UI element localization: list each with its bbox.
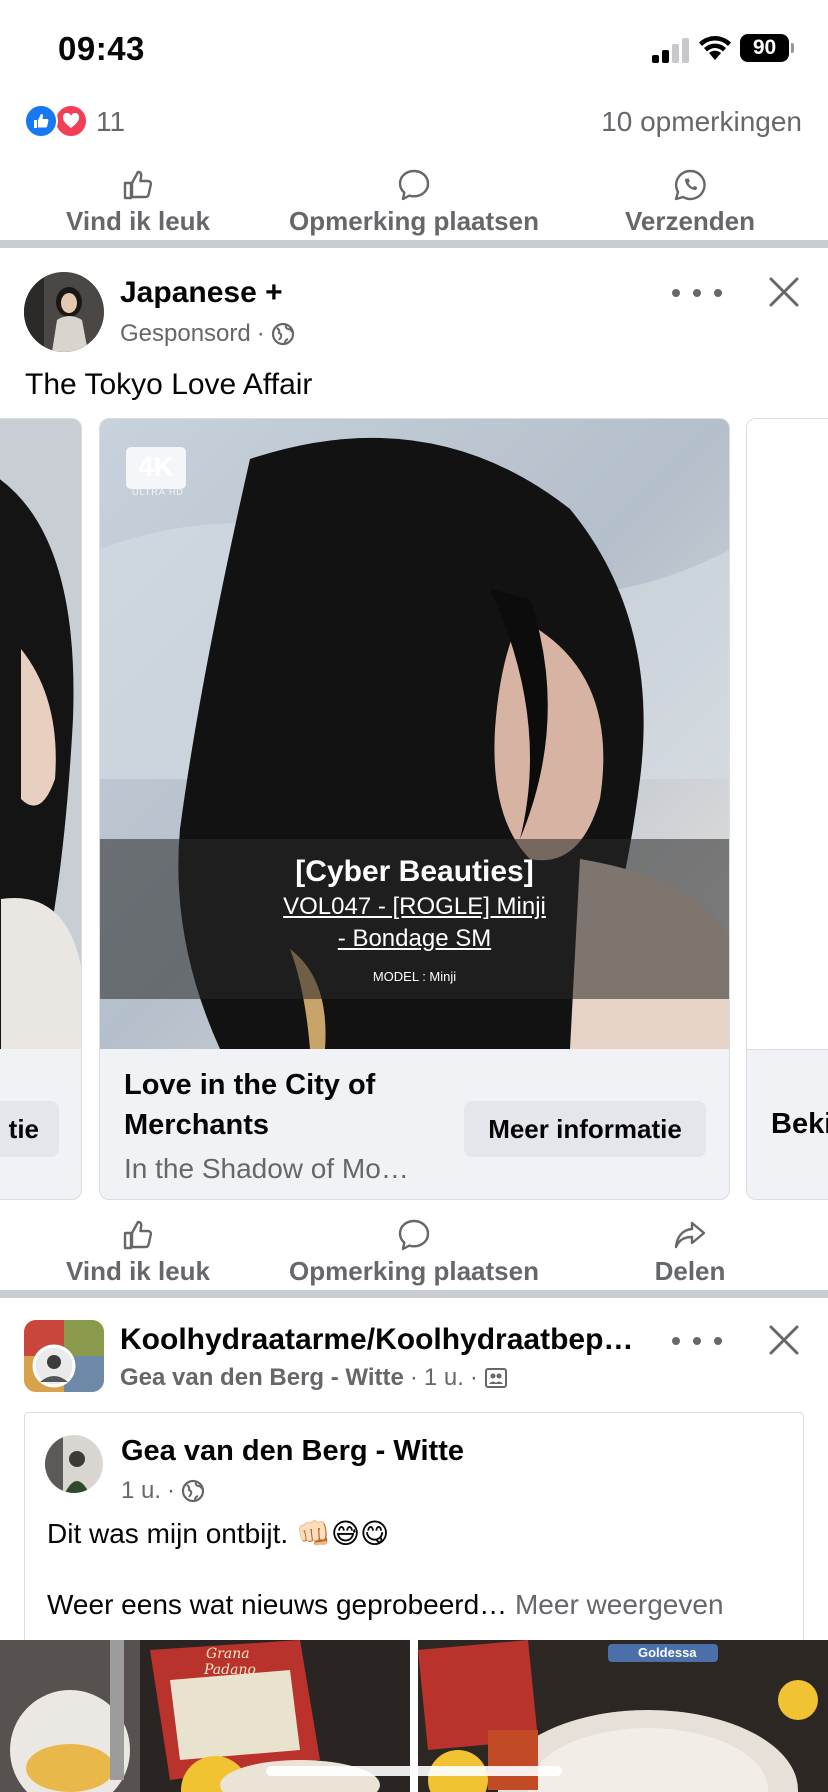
page-name[interactable]: Japanese +: [120, 276, 283, 310]
members-group-icon: [484, 1368, 507, 1388]
comment-bubble-icon: [398, 1219, 430, 1251]
more-options-button[interactable]: [672, 1326, 722, 1356]
group-post-meta: Gea van den Berg - Witte · 1 u. ·: [120, 1364, 508, 1392]
inner-avatar-image: [45, 1435, 103, 1493]
carousel-card-cta-button[interactable]: tie: [0, 1101, 59, 1157]
post-time[interactable]: 1 u.: [424, 1364, 464, 1392]
photo-label-grana: Grana: [206, 1646, 250, 1662]
overlay-line-2: - Bondage SM: [337, 925, 492, 952]
photo-label-padano: Padano: [204, 1662, 256, 1678]
carousel-card-footer: tie: [0, 1049, 81, 1199]
close-icon[interactable]: [766, 274, 802, 310]
thumbs-up-icon: [123, 1220, 153, 1250]
group-avatar-image: [24, 1320, 104, 1392]
send-label: Verzenden: [624, 206, 756, 236]
like-label: Vind ik leuk: [65, 206, 210, 236]
comments-count-link[interactable]: 10 opmerkingen: [601, 106, 802, 138]
see-more-link[interactable]: Meer weergeven: [515, 1589, 724, 1620]
love-reaction-icon: [54, 104, 88, 138]
ad-primary-text: The Tokyo Love Affair: [25, 368, 313, 401]
meta-separator: ·: [167, 1477, 176, 1504]
learn-more-label: Meer informatie: [488, 1113, 682, 1144]
like-button[interactable]: Vind ik leuk: [0, 1210, 276, 1298]
wifi-icon: [699, 36, 731, 60]
overlay-model: MODEL : Minji: [372, 969, 457, 984]
carousel-card-cta-label: tie: [8, 1113, 39, 1144]
sponsored-label: Gesponsord: [120, 320, 251, 347]
close-icon[interactable]: [766, 1322, 802, 1358]
status-bar: 09:43 90: [0, 0, 828, 100]
carousel-card-image: [0, 419, 81, 1049]
inner-author-name[interactable]: Gea van den Berg - Witte: [121, 1435, 464, 1468]
ad-image-overlay: [Cyber Beauties] VOL047 - [ROGLE] Minji …: [100, 839, 729, 999]
carousel-card-description: In the Shadow of Mo…: [124, 1153, 409, 1184]
comment-bubble-icon: [398, 169, 430, 201]
home-indicator[interactable]: [266, 1766, 562, 1776]
inner-author-avatar[interactable]: [45, 1435, 103, 1493]
avatar-image: [24, 272, 104, 352]
post-divider: [0, 1290, 828, 1298]
group-avatar[interactable]: [24, 1320, 104, 1392]
cellular-signal-icon: [652, 38, 689, 63]
4k-badge: 4K: [126, 447, 186, 489]
post-divider: [0, 240, 828, 248]
comment-label: Opmerking plaatsen: [289, 206, 539, 236]
battery-level: 90: [740, 34, 789, 62]
carousel-card-previous[interactable]: tie: [0, 418, 82, 1200]
inner-post-time[interactable]: 1 u.: [121, 1477, 161, 1505]
more-options-button[interactable]: [672, 278, 722, 308]
carousel-card-title: Love in the City of Merchants: [124, 1069, 376, 1141]
reaction-icons: [24, 104, 90, 138]
page-avatar[interactable]: [24, 272, 104, 352]
carousel-card-footer: Love in the City of Merchants In the Sha…: [100, 1049, 729, 1199]
status-time: 09:43: [58, 30, 145, 67]
share-button[interactable]: Delen: [552, 1210, 828, 1298]
post-action-bar: Vind ik leuk Opmerking plaatsen Verzende…: [0, 160, 828, 248]
carousel-card-next[interactable]: Beki: [746, 418, 828, 1200]
comment-label: Opmerking plaatsen: [289, 1256, 539, 1286]
carousel-card-image: [747, 419, 828, 1049]
carousel-card-main[interactable]: 4K ULTRA HD [Cyber Beauties] VOL047 - [R…: [99, 418, 730, 1200]
ultra-hd-label: ULTRA HD: [132, 487, 184, 497]
post-text-truncated: Weer eens wat nieuws geprobeerd…: [47, 1589, 508, 1620]
like-label: Vind ik leuk: [65, 1256, 210, 1286]
carousel-card-title: Beki: [771, 1108, 828, 1140]
comment-button[interactable]: Opmerking plaatsen: [276, 160, 552, 248]
post-text-line-2: Weer eens wat nieuws geprobeerd… Meer we…: [47, 1589, 724, 1621]
meta-separator: ·: [256, 320, 265, 347]
inner-post-meta: 1 u. ·: [121, 1477, 205, 1505]
poster-name[interactable]: Gea van den Berg - Witte: [120, 1364, 404, 1392]
sponsored-meta: Gesponsord ·: [120, 320, 295, 348]
photo-label-goldessa: Goldessa: [638, 1645, 697, 1660]
meta-separator: ·: [469, 1364, 478, 1391]
send-whatsapp-button[interactable]: Verzenden: [552, 160, 828, 248]
post-text-line-1: Dit was mijn ontbijt. 👊🏻😅😋: [47, 1518, 390, 1549]
comment-button[interactable]: Opmerking plaatsen: [276, 1210, 552, 1298]
reactions-summary[interactable]: 11 10 opmerkingen: [0, 100, 828, 144]
like-reaction-icon: [24, 104, 58, 138]
whatsapp-icon: [674, 169, 706, 201]
group-name[interactable]: Koolhydraatarme/Koolhydraatbep…: [120, 1323, 640, 1357]
share-arrow-icon: [674, 1221, 706, 1249]
carousel-card-image: 4K ULTRA HD [Cyber Beauties] VOL047 - [R…: [100, 419, 729, 1049]
ad-action-bar: Vind ik leuk Opmerking plaatsen Delen: [0, 1210, 828, 1298]
globe-icon: [271, 322, 294, 346]
overlay-title: [Cyber Beauties]: [295, 855, 534, 888]
overlay-line-1: VOL047 - [ROGLE] Minji: [283, 893, 546, 920]
reaction-count[interactable]: 11: [96, 106, 125, 138]
learn-more-button[interactable]: Meer informatie: [464, 1101, 706, 1157]
thumbs-up-icon: [123, 170, 153, 200]
carousel-card-footer: Beki: [747, 1049, 828, 1199]
meta-separator: ·: [409, 1364, 418, 1391]
battery-icon: 90: [740, 34, 794, 62]
globe-icon: [181, 1479, 205, 1503]
like-button[interactable]: Vind ik leuk: [0, 160, 276, 248]
share-label: Delen: [654, 1256, 726, 1286]
